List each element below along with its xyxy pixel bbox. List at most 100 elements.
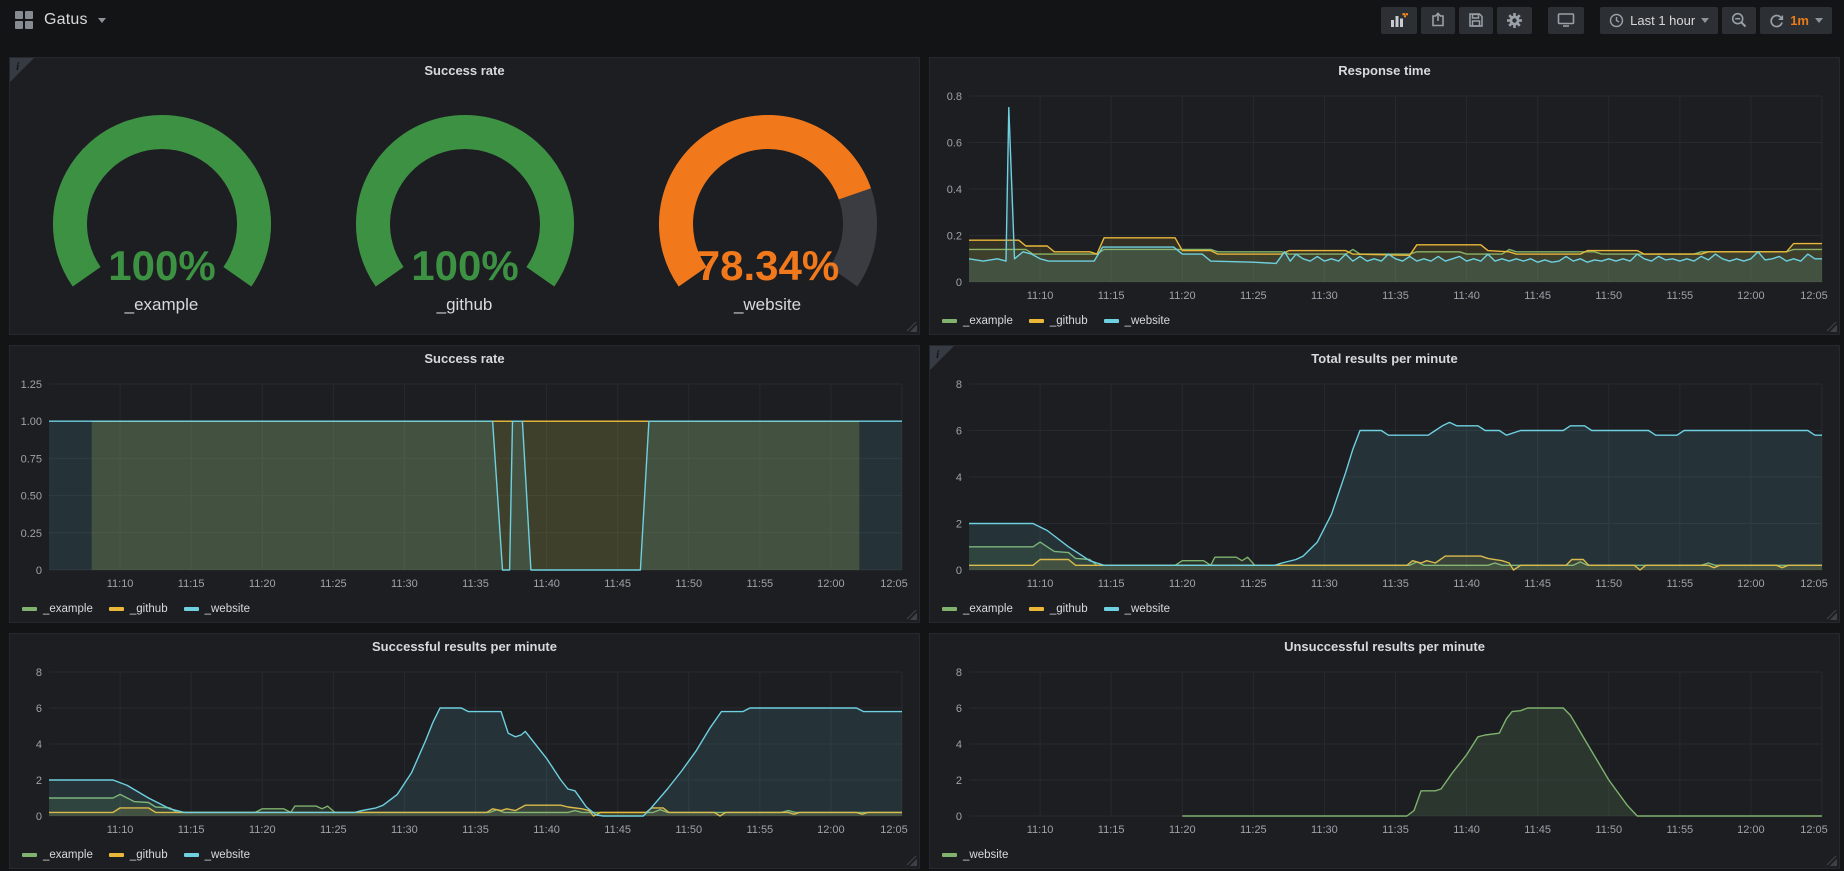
y-tick-label: 8 — [956, 667, 962, 679]
x-tick-label: 11:20 — [249, 824, 276, 836]
grid-icon[interactable] — [14, 10, 34, 30]
legend-item-_github[interactable]: _github — [109, 603, 168, 615]
y-tick-label: 0.75 — [21, 453, 42, 465]
x-tick-label: 11:55 — [746, 824, 773, 836]
dashboard-caret-icon[interactable] — [98, 18, 106, 23]
y-tick-label: 8 — [36, 667, 42, 679]
legend-item-_website[interactable]: _website — [184, 849, 250, 861]
gauge-arc: 100% — [42, 112, 282, 317]
panel-title[interactable]: Response time — [930, 58, 1839, 84]
time-range-label: Last 1 hour — [1630, 13, 1695, 28]
x-tick-label: 11:10 — [1027, 578, 1054, 590]
panel-resize-handle[interactable] — [907, 856, 917, 866]
x-tick-label: 11:15 — [1098, 290, 1125, 302]
legend-label: _website — [205, 603, 250, 615]
panel-resize-handle[interactable] — [907, 322, 917, 332]
panel-resize-handle[interactable] — [907, 610, 917, 620]
x-tick-label: 11:30 — [1311, 824, 1338, 836]
y-tick-label: 2 — [956, 775, 962, 787]
panel-unsuccessful-results: Unsuccessful results per minute 0246811:… — [929, 633, 1840, 869]
y-tick-label: 0.50 — [21, 491, 42, 503]
x-tick-label: 11:20 — [1169, 578, 1196, 590]
legend-swatch — [1029, 319, 1044, 323]
chart-total-results[interactable]: 0246811:1011:1511:2011:2511:3011:3511:40… — [931, 372, 1838, 596]
info-letter: i — [16, 59, 19, 74]
legend-item-_example[interactable]: _example — [22, 849, 93, 861]
chart-response-time[interactable]: 00.20.40.60.811:1011:1511:2011:2511:3011… — [931, 84, 1838, 308]
legend-swatch — [22, 853, 37, 857]
legend-item-_github[interactable]: _github — [1029, 603, 1088, 615]
dashboard-title[interactable]: Gatus — [44, 11, 88, 29]
x-tick-label: 12:00 — [1737, 578, 1765, 590]
legend-item-_github[interactable]: _github — [1029, 315, 1088, 327]
x-tick-label: 11:45 — [1524, 290, 1551, 302]
panel-resize-handle[interactable] — [1827, 856, 1837, 866]
settings-button[interactable] — [1497, 7, 1532, 34]
x-tick-label: 11:45 — [1524, 824, 1551, 836]
legend-item-_website[interactable]: _website — [1104, 603, 1170, 615]
chart-successful-results[interactable]: 0246811:1011:1511:2011:2511:3011:3511:40… — [11, 660, 918, 842]
chart-success-rate[interactable]: 00.250.500.751.001.2511:1011:1511:2011:2… — [11, 372, 918, 596]
legend-item-_example[interactable]: _example — [942, 603, 1013, 615]
refresh-button[interactable]: 1m — [1760, 7, 1832, 34]
y-tick-label: 0 — [36, 811, 42, 823]
y-tick-label: 4 — [956, 739, 962, 751]
panel-info-icon[interactable] — [10, 58, 34, 82]
legend-label: _website — [1125, 315, 1170, 327]
y-tick-label: 2 — [956, 519, 962, 531]
x-tick-label: 11:20 — [1169, 290, 1196, 302]
gear-icon — [1506, 12, 1523, 29]
legend-item-_example[interactable]: _example — [942, 315, 1013, 327]
panel-title[interactable]: Unsuccessful results per minute — [930, 634, 1839, 660]
y-tick-label: 0 — [956, 277, 962, 289]
x-tick-label: 11:50 — [675, 824, 702, 836]
cycle-view-button[interactable] — [1548, 7, 1584, 34]
x-tick-label: 11:55 — [1666, 824, 1693, 836]
gauge-arc: 100% — [345, 112, 585, 317]
x-tick-label: 12:05 — [1800, 290, 1828, 302]
y-tick-label: 1.00 — [21, 416, 42, 428]
x-tick-label: 11:40 — [1453, 824, 1480, 836]
legend-item-_github[interactable]: _github — [109, 849, 168, 861]
legend-item-_example[interactable]: _example — [22, 603, 93, 615]
panel-resize-handle[interactable] — [1827, 610, 1837, 620]
zoom-out-button[interactable] — [1722, 7, 1756, 34]
y-tick-label: 0 — [956, 565, 962, 577]
panel-info-icon[interactable] — [930, 346, 954, 370]
x-tick-label: 11:10 — [107, 578, 134, 590]
chart-unsuccessful-results[interactable]: 0246811:1011:1511:2011:2511:3011:3511:40… — [931, 660, 1838, 842]
panel-title[interactable]: Successful results per minute — [10, 634, 919, 660]
x-tick-label: 11:55 — [1666, 290, 1693, 302]
panel-title[interactable]: Success rate — [10, 58, 919, 84]
gauge-_github: 100%_github — [315, 112, 615, 315]
x-tick-label: 11:15 — [1098, 578, 1125, 590]
monitor-icon — [1557, 12, 1575, 28]
x-tick-label: 11:50 — [1595, 578, 1622, 590]
panel-title[interactable]: Total results per minute — [930, 346, 1839, 372]
share-button[interactable] — [1421, 7, 1455, 34]
y-tick-label: 6 — [956, 426, 962, 438]
x-tick-label: 11:25 — [1240, 824, 1267, 836]
x-tick-label: 11:50 — [1595, 290, 1622, 302]
add-panel-button[interactable] — [1381, 7, 1417, 34]
save-button[interactable] — [1459, 7, 1493, 34]
gauge-value: 78.34% — [696, 242, 838, 289]
x-tick-label: 12:05 — [1800, 578, 1828, 590]
x-tick-label: 11:30 — [391, 824, 418, 836]
legend-swatch — [942, 853, 957, 857]
panel-title[interactable]: Success rate — [10, 346, 919, 372]
legend-label: _website — [205, 849, 250, 861]
time-range-button[interactable]: Last 1 hour — [1600, 7, 1718, 34]
x-tick-label: 11:40 — [1453, 290, 1480, 302]
clock-icon — [1609, 13, 1624, 28]
legend-item-_website[interactable]: _website — [1104, 315, 1170, 327]
panel-resize-handle[interactable] — [1827, 322, 1837, 332]
legend-swatch — [22, 607, 37, 611]
gauge-value: 100% — [108, 242, 215, 289]
save-icon — [1468, 12, 1484, 28]
x-tick-label: 11:25 — [320, 824, 347, 836]
time-range-caret-icon — [1701, 18, 1709, 23]
legend-item-_website[interactable]: _website — [184, 603, 250, 615]
panel-success-rate-timeseries: Success rate 00.250.500.751.001.2511:101… — [9, 345, 920, 623]
legend-item-_website[interactable]: _website — [942, 849, 1008, 861]
